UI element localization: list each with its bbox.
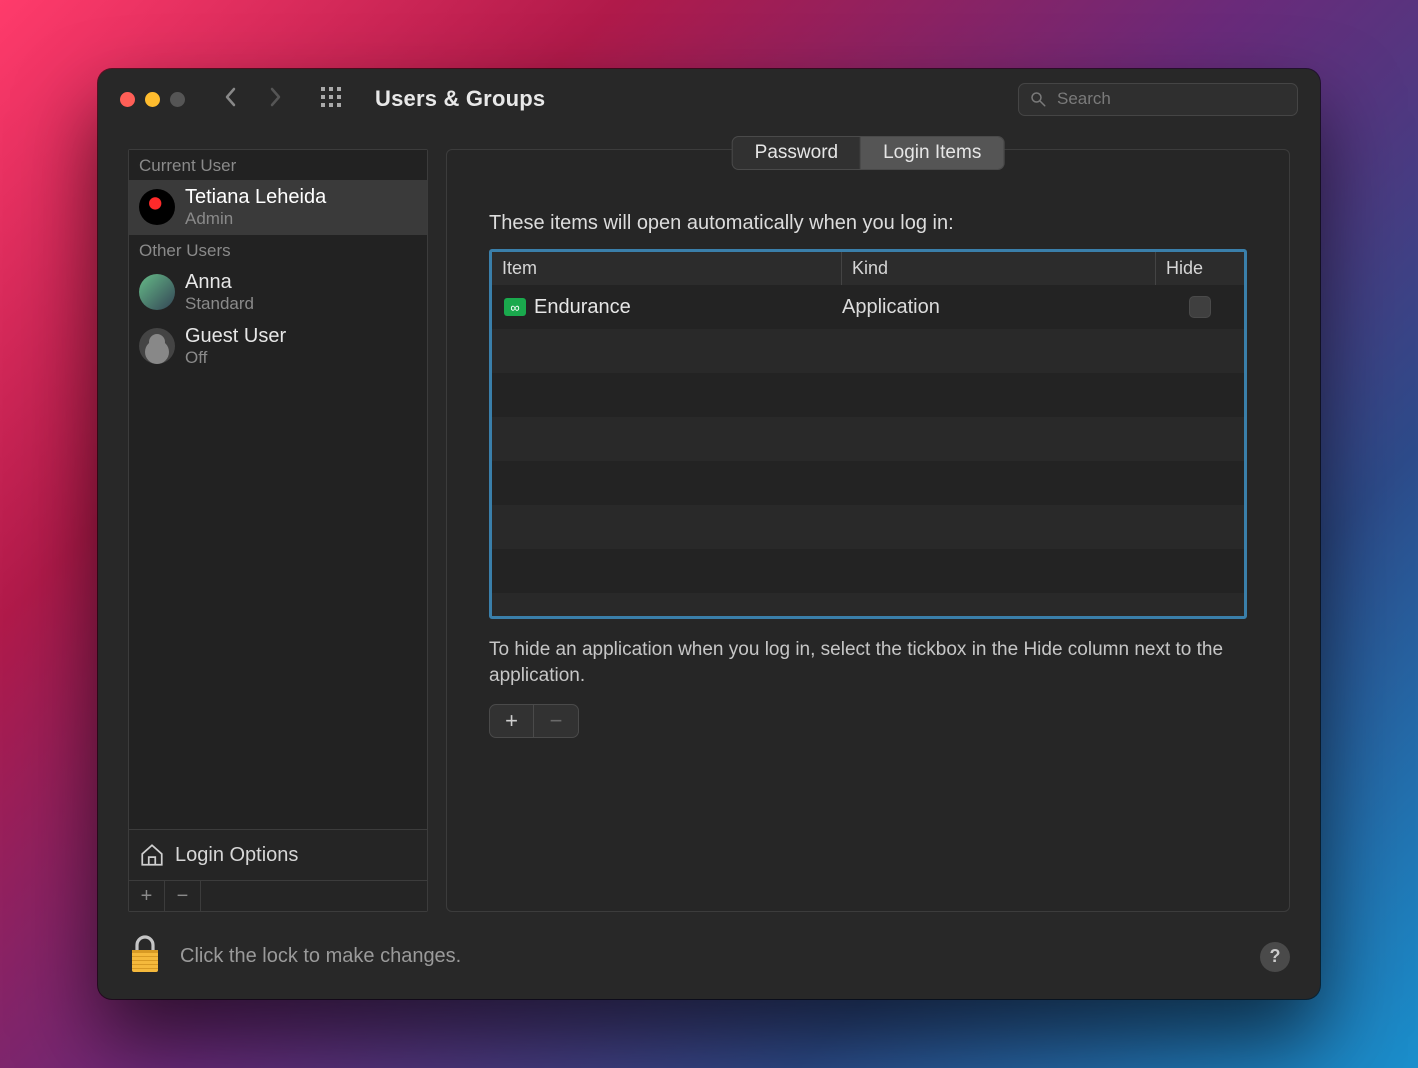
window-controls — [120, 92, 185, 107]
sidebar-user-guest[interactable]: Guest User Off — [129, 319, 427, 374]
login-item-name: Endurance — [534, 296, 631, 319]
col-hide[interactable]: Hide — [1156, 252, 1244, 285]
sidebar-user-current[interactable]: Tetiana Leheida Admin — [129, 180, 427, 235]
add-user-button[interactable]: + — [129, 881, 165, 911]
avatar-guest-icon — [139, 328, 175, 364]
avatar — [139, 189, 175, 225]
sidebar-footer: + − — [129, 880, 427, 911]
back-button[interactable] — [223, 85, 239, 114]
login-items-table: Item Kind Hide ∞ Endurance Application — [489, 249, 1247, 619]
forward-button[interactable] — [267, 85, 283, 114]
users-sidebar: Current User Tetiana Leheida Admin Other… — [128, 149, 428, 912]
tab-password[interactable]: Password — [733, 137, 861, 169]
table-header: Item Kind Hide — [492, 252, 1244, 285]
tab-login-items[interactable]: Login Items — [861, 137, 1003, 169]
window-title: Users & Groups — [375, 86, 545, 112]
user-name: Anna — [185, 271, 254, 294]
remove-user-button[interactable]: − — [165, 881, 201, 911]
close-button[interactable] — [120, 92, 135, 107]
zoom-button[interactable] — [170, 92, 185, 107]
table-row[interactable]: ∞ Endurance Application — [492, 285, 1244, 329]
panel-note: To hide an application when you log in, … — [489, 637, 1247, 688]
section-current-user: Current User — [129, 150, 427, 180]
login-options[interactable]: Login Options — [129, 829, 427, 880]
show-all-icon[interactable] — [319, 85, 343, 114]
avatar — [139, 274, 175, 310]
panel-tabs: Password Login Items — [732, 136, 1005, 170]
login-items-panel: Password Login Items These items will op… — [446, 149, 1290, 912]
home-icon — [139, 842, 165, 868]
user-name: Guest User — [185, 325, 286, 348]
sidebar-user[interactable]: Anna Standard — [129, 265, 427, 320]
table-body: ∞ Endurance Application — [492, 285, 1244, 619]
footer-bar: Click the lock to make changes. ? — [98, 924, 1320, 999]
add-remove-group: + − — [489, 704, 579, 738]
system-preferences-window: Users & Groups Current User Tetiana Lehe… — [98, 69, 1320, 999]
nav-buttons — [223, 85, 283, 114]
user-role: Standard — [185, 294, 254, 314]
help-button[interactable]: ? — [1260, 942, 1290, 972]
minimize-button[interactable] — [145, 92, 160, 107]
lock-text: Click the lock to make changes. — [180, 945, 461, 968]
login-item-kind: Application — [842, 296, 1156, 319]
panel-heading: These items will open automatically when… — [489, 212, 1247, 235]
titlebar: Users & Groups — [98, 69, 1320, 129]
lock-icon[interactable] — [128, 934, 162, 979]
search-icon — [1029, 90, 1047, 108]
section-other-users: Other Users — [129, 235, 427, 265]
user-role: Off — [185, 348, 286, 368]
remove-login-item-button[interactable]: − — [534, 705, 578, 737]
col-item[interactable]: Item — [492, 252, 842, 285]
login-options-label: Login Options — [175, 844, 298, 867]
user-name: Tetiana Leheida — [185, 186, 326, 209]
search-input[interactable] — [1057, 89, 1287, 109]
col-kind[interactable]: Kind — [842, 252, 1156, 285]
hide-checkbox[interactable] — [1189, 296, 1211, 318]
infinity-icon: ∞ — [504, 298, 526, 316]
user-role: Admin — [185, 209, 326, 229]
search-field[interactable] — [1018, 83, 1298, 116]
add-login-item-button[interactable]: + — [490, 705, 534, 737]
